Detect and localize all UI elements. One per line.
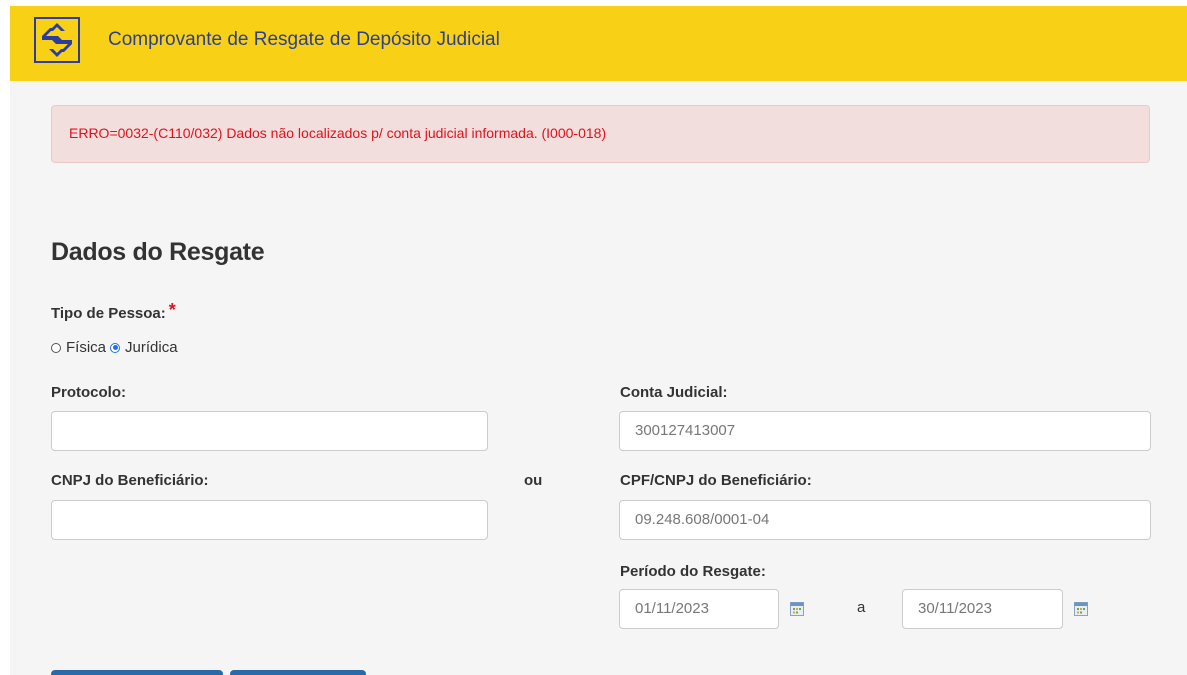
calendar-icon[interactable] — [790, 602, 804, 616]
primary-button[interactable] — [51, 670, 223, 675]
tipo-pessoa-radio-group: Física Jurídica — [51, 339, 182, 356]
required-mark: * — [168, 300, 176, 320]
periodo-end-input[interactable]: 30/11/2023 — [902, 589, 1063, 629]
protocolo-input[interactable] — [51, 411, 488, 451]
radio-fisica-label[interactable]: Física — [66, 339, 106, 356]
conta-judicial-label: Conta Judicial: — [620, 384, 728, 401]
radio-fisica[interactable] — [51, 342, 61, 353]
protocolo-label: Protocolo: — [51, 384, 126, 401]
page: Comprovante de Resgate de Depósito Judic… — [0, 0, 1187, 675]
secondary-button[interactable] — [230, 670, 366, 675]
error-alert: ERRO=0032-(C110/032) Dados não localizad… — [51, 105, 1150, 163]
radio-juridica[interactable] — [110, 342, 121, 353]
or-separator: ou — [524, 472, 543, 489]
cnpj-beneficiario-input[interactable] — [51, 500, 488, 540]
calendar-icon[interactable] — [1074, 602, 1088, 616]
page-title: Comprovante de Resgate de Depósito Judic… — [108, 29, 500, 50]
tipo-pessoa-label-text: Tipo de Pessoa: — [51, 305, 166, 322]
cpf-cnpj-beneficiario-input[interactable]: 09.248.608/0001-04 — [619, 500, 1151, 540]
app-header: Comprovante de Resgate de Depósito Judic… — [10, 6, 1187, 81]
cpf-cnpj-beneficiario-label: CPF/CNPJ do Beneficiário: — [620, 472, 812, 489]
cnpj-beneficiario-label: CNPJ do Beneficiário: — [51, 472, 209, 489]
error-message: ERRO=0032-(C110/032) Dados não localizad… — [69, 125, 607, 141]
tipo-pessoa-label: Tipo de Pessoa: * — [51, 300, 176, 323]
periodo-start-input[interactable]: 01/11/2023 — [619, 589, 779, 629]
period-range-separator: a — [857, 599, 866, 616]
conta-judicial-input[interactable]: 300127413007 — [619, 411, 1151, 451]
main-content: ERRO=0032-(C110/032) Dados não localizad… — [10, 81, 1187, 675]
radio-juridica-label[interactable]: Jurídica — [125, 339, 178, 356]
periodo-resgate-label: Período do Resgate: — [620, 563, 766, 580]
section-title: Dados do Resgate — [51, 238, 265, 266]
banco-do-brasil-logo-icon — [34, 17, 80, 63]
